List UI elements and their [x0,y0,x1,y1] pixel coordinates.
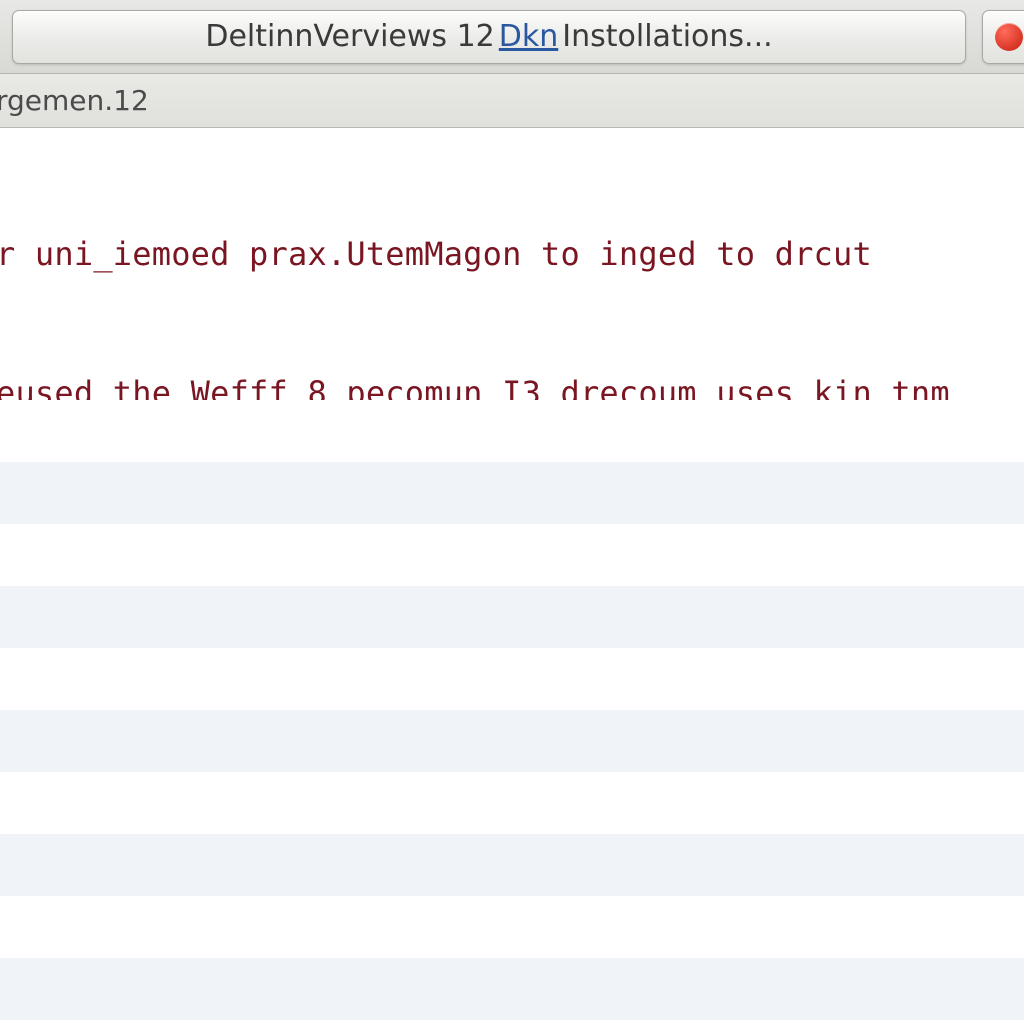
list-row[interactable] [0,586,1024,648]
list-row[interactable] [0,648,1024,710]
code-line: r uni_iemoed prax.UtemMagon to inged to … [0,231,1024,277]
overview-button-seg0: DeltinnVerviews 12 [205,19,494,54]
overview-button-seg2: Instollations... [562,19,772,54]
list-row[interactable] [0,834,1024,896]
list-row[interactable] [0,524,1024,586]
breadcrumb-bar: rgemen.12 [0,74,1024,128]
list-row[interactable] [0,896,1024,958]
breadcrumb-text: rgemen.12 [0,84,149,117]
overview-button[interactable]: DeltinnVerviews 12 Dkn Instollations... [12,10,966,64]
toolbar: DeltinnVerviews 12 Dkn Instollations... [0,0,1024,74]
stop-icon [995,23,1023,51]
list-row[interactable] [0,462,1024,524]
list-row[interactable] [0,772,1024,834]
list-row[interactable] [0,710,1024,772]
list-row[interactable] [0,958,1024,1020]
stop-button[interactable] [982,10,1024,64]
overview-button-accent: Dkn [499,19,559,54]
results-list [0,400,1024,1024]
list-row[interactable] [0,400,1024,462]
